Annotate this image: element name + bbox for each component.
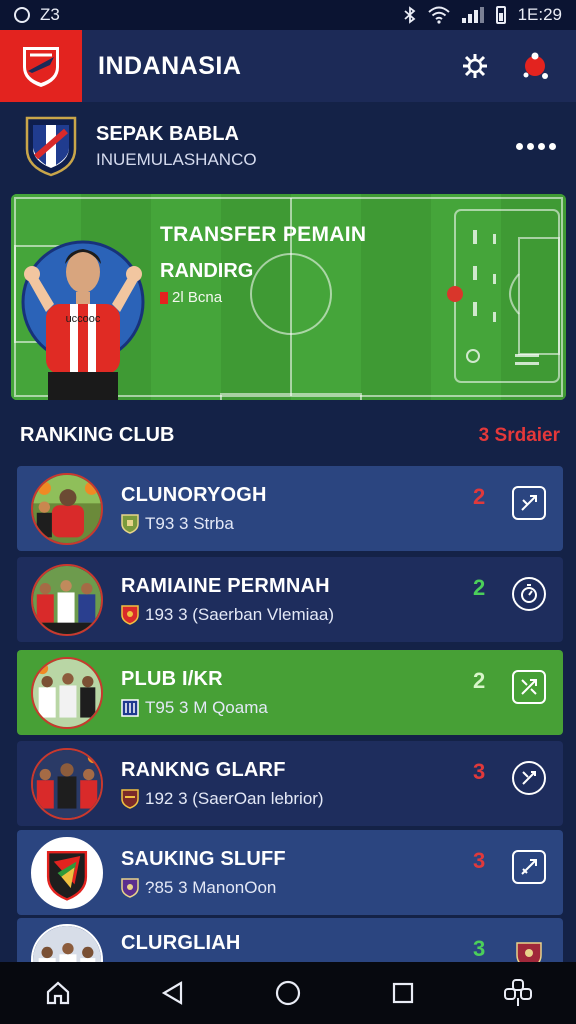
row-action-button[interactable] [512,577,546,611]
club-crest-icon [25,116,77,177]
ranking-row-6[interactable]: CLURGLIAH 3 [17,918,563,962]
profile-button[interactable] [520,51,550,81]
bell-settings-icon [463,54,487,78]
wifi-icon [427,6,450,24]
app-bar: INDANASIA [0,30,576,102]
row-action-button[interactable] [512,938,546,962]
club-avatar [31,924,103,962]
row-rank: 3 [473,759,486,784]
grid-badge-icon [121,698,139,717]
shield-badge-icon [121,877,139,898]
home-button[interactable] [43,978,73,1008]
row-name: RANKNG GLARF [121,758,286,781]
row-action-button[interactable] [512,761,546,795]
club-avatar [31,472,103,545]
banner-meta-text: 2l Bcna [172,289,223,306]
ranking-row-5[interactable]: SAUKING SLUFF ?85 3 ManonOon 3 [17,830,563,915]
club-header: SEPAK BABLA INUEMULASHANCO [0,102,576,190]
club-name: SEPAK BABLA [96,122,239,145]
ranking-row-2[interactable]: RAMIAINE PERMNAH 193 3 (Saerban Vlemiaa)… [17,557,563,642]
row-subtitle: T95 3 M Qoama [145,697,268,717]
ranking-row-3[interactable]: PLUB I/KR T95 3 M Qoama 2 [17,650,563,735]
row-rank: 3 [473,936,486,961]
bluetooth-icon [403,6,415,24]
ranking-row-1[interactable]: CLUNORYOGH T93 3 Strba 2 [17,466,563,551]
ranking-row-4[interactable]: RANKNG GLARF 192 3 (SaerOan lebrior) 3 [17,741,563,826]
recents-button[interactable] [388,978,418,1008]
menu-button[interactable] [503,978,533,1008]
ranking-title: RANKING CLUB [20,424,175,446]
circle-home-icon [275,980,301,1006]
ranking-action-link[interactable]: 3 Srdaier [479,425,560,447]
status-time-left: Z3 [40,5,60,24]
row-name: CLURGLIAH [121,932,241,954]
back-button[interactable] [158,978,188,1008]
profile-icon [523,52,548,79]
status-bar: Z3 1E:29 [0,0,576,30]
tools-icon [522,771,536,785]
club-avatar [31,563,103,636]
battery-icon [495,6,506,24]
row-subtitle: 193 3 (Saerban Vlemiaa) [145,604,335,624]
system-nav-bar [0,962,576,1024]
row-name: CLUNORYOGH [121,483,267,506]
timer-icon [521,584,537,603]
row-action-button[interactable] [512,850,546,884]
shield-badge-icon [121,513,139,534]
club-avatar [31,836,103,909]
club-avatar [31,656,103,729]
banner-title: TRANSFER PEMAIN [160,223,367,246]
row-subtitle: 192 3 (SaerOan lebrior) [145,788,324,808]
row-subtitle: T93 3 Strba [145,513,234,533]
ranking-header: RANKING CLUB 3 Srdaier [20,424,560,447]
app-logo[interactable] [0,30,82,102]
recents-icon [393,982,414,1004]
circle-home-button[interactable] [273,978,303,1008]
row-name: RAMIAINE PERMNAH [121,574,330,597]
menu-icon [504,979,533,1006]
row-name: PLUB I/KR [121,667,223,690]
status-app-icon [14,7,30,23]
back-icon [161,981,182,1005]
row-rank: 2 [473,668,486,693]
crest-icon [516,942,542,962]
shield-logo-icon [23,47,59,87]
row-name: SAUKING SLUFF [121,847,286,870]
row-action-button[interactable] [512,486,546,520]
banner-subtitle: RANDIRG [160,260,254,282]
club-avatar [31,747,103,820]
more-icon [516,142,523,150]
player-shirt-text: uccooc [66,313,101,325]
more-button[interactable] [516,142,556,150]
status-time: 1E:29 [517,5,562,24]
flag-icon [160,291,168,304]
signal-icon [461,7,484,23]
row-rank: 2 [473,484,486,509]
shield-badge-icon [121,604,139,625]
row-rank: 3 [473,848,486,873]
home-icon [46,981,69,1005]
swap-icon [521,859,537,875]
shield-badge-icon [121,788,139,809]
row-subtitle: ?85 3 ManonOon [145,877,277,897]
banner-meta: 2l Bcna [160,289,222,306]
bell-settings-button[interactable] [460,51,490,81]
player-photo: uccooc [21,240,145,400]
club-subtitle: INUEMULASHANCO [96,149,257,169]
swap-icon [521,495,537,511]
app-title: INDANASIA [98,51,242,80]
shuffle-icon [521,679,537,695]
row-action-button[interactable] [512,670,546,704]
row-rank: 2 [473,575,486,600]
